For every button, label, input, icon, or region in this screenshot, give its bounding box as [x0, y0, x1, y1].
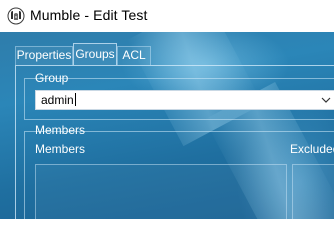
text-caret [74, 93, 76, 106]
window-title: Mumble - Edit Test [30, 7, 148, 23]
tab-properties[interactable]: Properties [15, 46, 73, 65]
members-list[interactable] [35, 164, 287, 219]
excluded-column-label: Excluded [290, 142, 334, 156]
chevron-down-icon[interactable] [321, 96, 331, 104]
dialog-client-area: Properties Groups ACL Group admin Member… [0, 32, 334, 219]
tab-acl[interactable]: ACL [117, 46, 151, 65]
members-column-label: Members [35, 142, 86, 156]
tab-groups[interactable]: Groups [73, 43, 117, 65]
group-combobox[interactable]: admin [35, 90, 334, 110]
group-legend: Group [35, 71, 69, 85]
mumble-icon [7, 7, 25, 25]
excluded-list[interactable] [292, 164, 334, 219]
group-combobox-value: admin [41, 93, 76, 107]
title-bar[interactable]: Mumble - Edit Test [0, 0, 334, 32]
members-legend: Members [35, 123, 86, 137]
